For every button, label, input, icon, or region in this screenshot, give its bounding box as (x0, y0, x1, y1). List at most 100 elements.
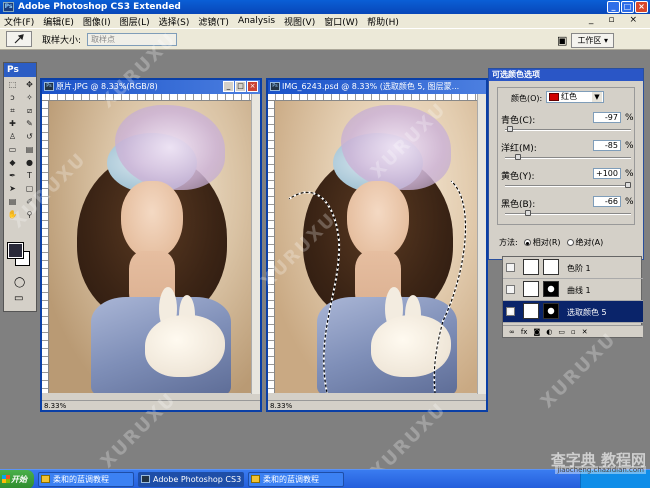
taskbar-item-active[interactable]: Adobe Photoshop CS3 E... (138, 472, 244, 487)
method-absolute-radio[interactable]: 绝对(A) (566, 237, 603, 248)
layer-row[interactable]: 曲线 1 (503, 279, 643, 301)
maximize-button[interactable]: □ (621, 1, 634, 13)
workspace-button[interactable]: 工作区 ▾ (571, 33, 614, 48)
app-title-bar: Ps Adobe Photoshop CS3 Extended _ □ × (0, 0, 650, 14)
quick-mask-icon[interactable]: ◯ (14, 277, 25, 288)
magenta-slider-thumb[interactable] (514, 154, 521, 160)
group-icon[interactable]: ▭ (558, 328, 565, 336)
new-layer-icon[interactable]: ▫ (571, 328, 576, 336)
menu-window[interactable]: 窗口(W) (324, 15, 358, 28)
radio-selected-icon[interactable] (523, 239, 531, 246)
eraser-tool-icon[interactable]: ▭ (5, 144, 20, 156)
crop-tool-icon[interactable]: ⌗ (5, 105, 20, 117)
magic-wand-tool-icon[interactable]: ✧ (22, 92, 37, 104)
menu-view[interactable]: 视图(V) (284, 15, 315, 28)
photo-canvas-original[interactable] (49, 101, 254, 393)
link-layers-icon[interactable]: ∞ (509, 328, 515, 336)
bridge-icon[interactable]: ▣ (557, 34, 567, 47)
method-relative-label: 相对(R) (532, 238, 561, 247)
brush-tool-icon[interactable]: ✎ (22, 118, 37, 130)
radio-icon[interactable] (566, 239, 574, 246)
menu-file[interactable]: 文件(F) (4, 15, 34, 28)
layer-style-icon[interactable]: fx (521, 328, 528, 336)
move-tool-icon[interactable]: ✥ (22, 79, 37, 91)
eye-icon[interactable] (506, 263, 515, 272)
cyan-slider-thumb[interactable] (507, 126, 514, 132)
black-input[interactable]: -66 (593, 196, 621, 207)
vertical-scrollbar[interactable] (477, 94, 486, 394)
document-window-original[interactable]: Ps 原片.JPG @ 8.33%(RGB/8) _ □ × 8.33% (40, 78, 262, 412)
doc-close-icon[interactable]: × (629, 15, 637, 25)
method-relative-radio[interactable]: 相对(R) (523, 237, 561, 248)
doc-maximize-button[interactable]: □ (235, 81, 246, 92)
start-button[interactable]: 开始 (0, 470, 34, 488)
hand-tool-icon[interactable]: ✋ (5, 209, 20, 221)
zoom-level: 8.33% (270, 402, 293, 410)
taskbar-item[interactable]: 柔和的蓝调教程 (248, 472, 344, 487)
eye-icon[interactable]: ◉ (506, 307, 515, 316)
document-icon: Ps (270, 82, 280, 91)
marquee-tool-icon[interactable]: ⬚ (5, 79, 20, 91)
doc-status-bar: 8.33% (268, 400, 486, 410)
menu-select[interactable]: 选择(S) (159, 15, 190, 28)
layer-row[interactable]: 色阶 1 (503, 257, 643, 279)
lasso-tool-icon[interactable]: ↄ (5, 92, 20, 104)
foreground-color-swatch[interactable] (7, 242, 24, 259)
screen-mode-icon[interactable]: ▭ (14, 293, 23, 304)
black-slider-thumb[interactable] (525, 210, 532, 216)
layer-mask-thumbnail (543, 281, 559, 297)
minimize-button[interactable]: _ (607, 1, 620, 13)
options-bar: 取样大小: 取样点 ▣ 工作区 ▾ (0, 28, 650, 50)
close-button[interactable]: × (635, 1, 648, 13)
yellow-slider-thumb[interactable] (625, 182, 631, 188)
sample-size-select[interactable]: 取样点 (87, 32, 178, 46)
cyan-input[interactable]: -97 (593, 112, 621, 123)
eyedropper-tool-preset-icon[interactable] (6, 31, 32, 47)
path-select-icon[interactable]: ➤ (5, 183, 20, 195)
color-select[interactable]: 红色 ▼ (546, 91, 604, 103)
layer-row-selected[interactable]: ◉ 选取颜色 5 (503, 301, 643, 323)
menu-edit[interactable]: 编辑(E) (43, 15, 74, 28)
blur-tool-icon[interactable]: ◆ (5, 157, 20, 169)
magenta-input[interactable]: -85 (593, 140, 621, 151)
type-tool-icon[interactable]: T (22, 170, 37, 182)
menu-filter[interactable]: 滤镜(T) (198, 15, 229, 28)
taskbar-item[interactable]: 柔和的蓝调教程 (38, 472, 134, 487)
menu-analysis[interactable]: Analysis (238, 16, 275, 26)
layers-panel: 色阶 1 曲线 1 ◉ 选取颜色 5 ∞ fx ◙ ◐ ▭ ▫ ✕ (502, 256, 643, 338)
zoom-tool-icon[interactable]: ⚲ (22, 209, 37, 221)
chevron-down-icon[interactable]: ▼ (592, 92, 602, 102)
stamp-tool-icon[interactable]: ♙ (5, 131, 20, 143)
history-brush-icon[interactable]: ↺ (22, 131, 37, 143)
document-window-edited[interactable]: Ps IMG_6243.psd @ 8.33% (选取颜色 5, 图层蒙... … (266, 78, 488, 412)
healing-tool-icon[interactable]: ✚ (5, 118, 20, 130)
trash-icon[interactable]: ✕ (582, 328, 588, 336)
yellow-slider[interactable] (505, 182, 631, 188)
eyedropper-tool-icon[interactable]: ✐ (22, 196, 37, 208)
gradient-tool-icon[interactable]: ▤ (22, 144, 37, 156)
notes-tool-icon[interactable]: ▤ (5, 196, 20, 208)
yellow-input[interactable]: +100 (593, 168, 621, 179)
dodge-tool-icon[interactable]: ● (22, 157, 37, 169)
doc-restore-icon[interactable]: ▫ (608, 15, 614, 25)
add-mask-icon[interactable]: ◙ (533, 328, 540, 336)
menu-help[interactable]: 帮助(H) (367, 15, 399, 28)
doc-minimize-button[interactable]: _ (223, 81, 234, 92)
doc-minimize-icon[interactable]: _ (589, 15, 594, 25)
magenta-slider[interactable] (505, 154, 631, 160)
slice-tool-icon[interactable]: ⧄ (22, 105, 37, 117)
face-shape (121, 181, 183, 259)
eye-icon[interactable] (506, 285, 515, 294)
black-slider[interactable] (505, 210, 631, 216)
vertical-scrollbar[interactable] (251, 94, 260, 394)
method-label: 方法: (499, 238, 518, 247)
menu-image[interactable]: 图像(I) (83, 15, 111, 28)
adjustment-layer-icon[interactable]: ◐ (546, 328, 552, 336)
cyan-slider[interactable] (505, 126, 631, 132)
doc-close-button[interactable]: × (247, 81, 258, 92)
vertical-ruler (268, 101, 275, 393)
shape-tool-icon[interactable]: ▢ (22, 183, 37, 195)
pen-tool-icon[interactable]: ✒ (5, 170, 20, 182)
photo-canvas-edited[interactable] (275, 101, 480, 393)
menu-layer[interactable]: 图层(L) (120, 15, 150, 28)
